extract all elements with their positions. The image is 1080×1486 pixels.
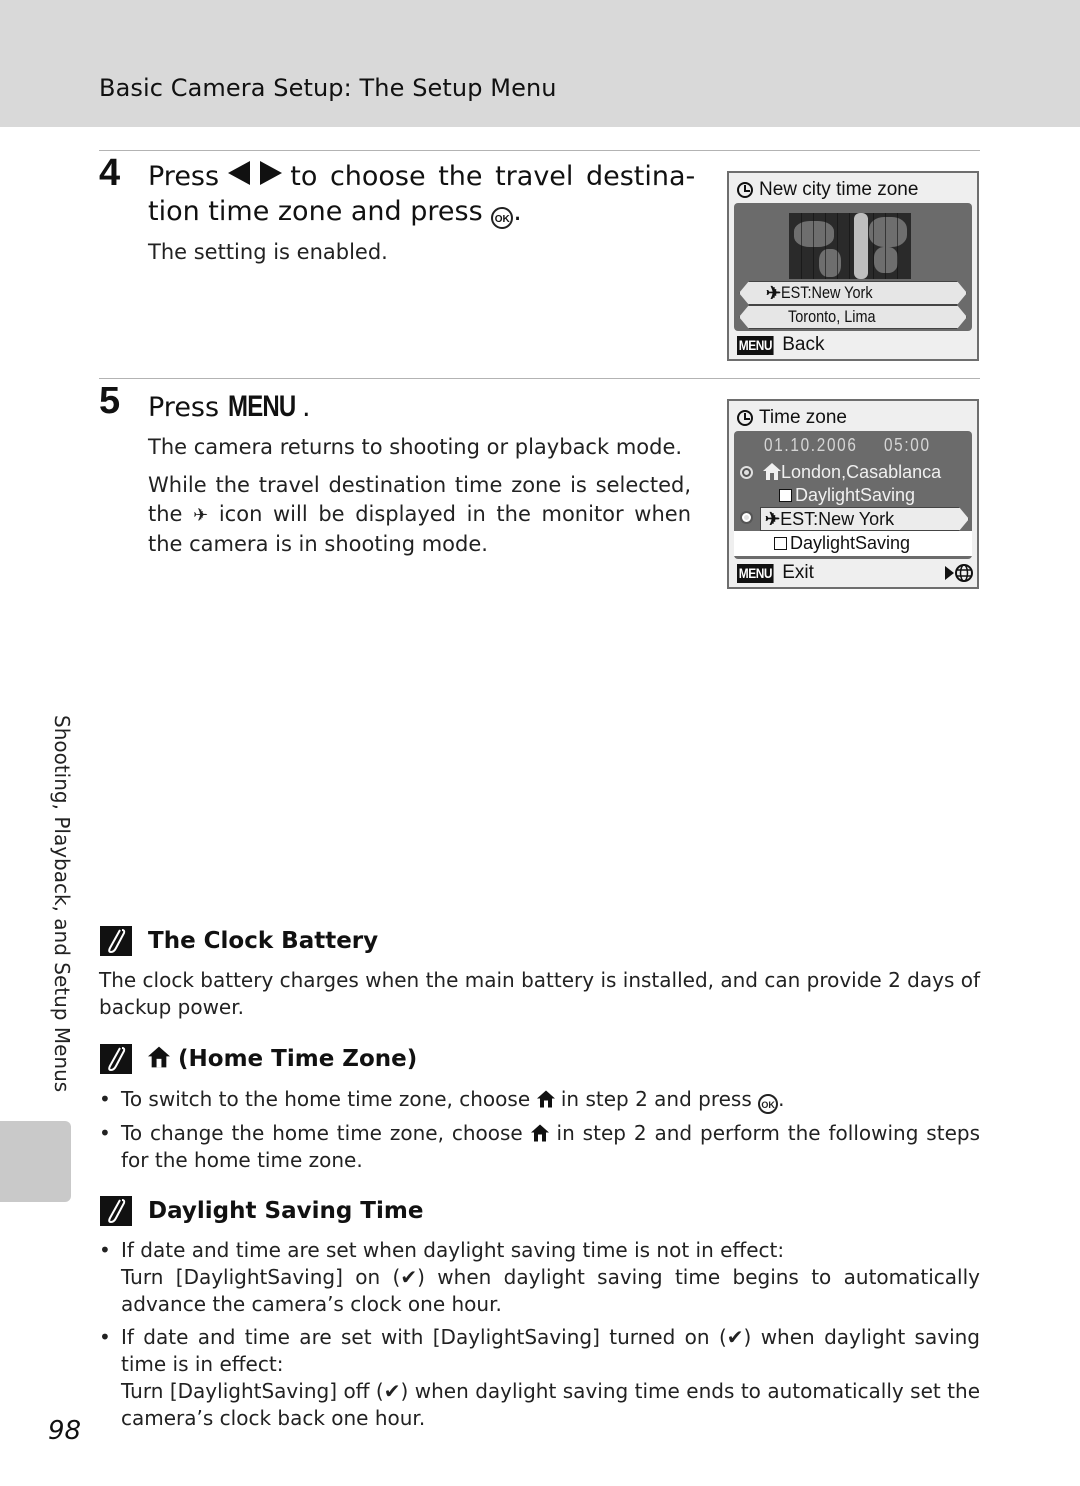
camera-screen-time-zone: Time zone 01.10.2006 05:00 London,Casabl… xyxy=(727,399,979,589)
step-5-title-press: Press xyxy=(148,392,220,423)
dst-label: DaylightSaving xyxy=(790,533,911,553)
menu-button-label: MENU xyxy=(227,390,296,423)
pencil-note-icon xyxy=(100,926,132,956)
running-head: Basic Camera Setup: The Setup Menu xyxy=(99,74,557,102)
note-body: The clock battery charges when the main … xyxy=(99,968,981,1019)
ok-button-icon: OK xyxy=(491,207,514,229)
home-icon xyxy=(763,463,781,480)
date-time-readout: 01.10.2006 05:00 xyxy=(764,435,931,456)
text: Turn [DaylightSaving] on ( xyxy=(121,1265,401,1289)
home-city-row[interactable]: London,Casablanca xyxy=(740,462,941,483)
text: If date and time are set with [DaylightS… xyxy=(121,1325,727,1349)
text: If date and time are set when daylight s… xyxy=(121,1238,785,1262)
note-title-text: (Home Time Zone) xyxy=(178,1046,418,1072)
list-item: To switch to the home time zone, choose … xyxy=(99,1086,980,1114)
home-icon xyxy=(148,1046,170,1068)
screen-title-text: New city time zone xyxy=(759,179,919,200)
travel-city-name: EST:New York xyxy=(780,508,895,529)
clock-icon xyxy=(737,410,753,426)
page-number: 98 xyxy=(48,1416,82,1446)
screen-footer: MENU Back xyxy=(737,334,824,356)
home-time-zone-list: To switch to the home time zone, choose … xyxy=(99,1086,980,1180)
period: . xyxy=(302,392,311,423)
check-icon: ✔ xyxy=(383,1379,401,1403)
screen-footer: MENU Exit xyxy=(737,562,973,584)
travel-dst-row[interactable]: DaylightSaving xyxy=(734,531,972,556)
exit-label: Exit xyxy=(782,562,814,583)
text: . xyxy=(778,1087,785,1111)
radio-travel[interactable] xyxy=(740,511,753,524)
screen-title: Time zone xyxy=(737,407,847,429)
plane-icon: ✈ xyxy=(193,505,209,526)
section-tab xyxy=(0,1121,71,1202)
city-selector-row[interactable]: ✈ EST:New York xyxy=(739,281,967,305)
globe-icon xyxy=(955,564,973,582)
dst-label: DaylightSaving xyxy=(795,485,916,505)
divider xyxy=(99,378,980,379)
step-4-title-rest: to choose the travel destina- xyxy=(290,161,696,192)
pencil-note-icon xyxy=(100,1196,132,1226)
step-number: 5 xyxy=(99,380,121,422)
menu-badge: MENU xyxy=(737,563,774,583)
check-icon: ✔ xyxy=(726,1325,744,1349)
step-4-title-press: Press xyxy=(148,161,220,192)
note-title: (Home Time Zone) xyxy=(148,1046,417,1072)
text: To change the home time zone, choose xyxy=(121,1121,523,1145)
city-name: EST:New York xyxy=(781,283,873,302)
text: Turn [DaylightSaving] off ( xyxy=(121,1379,384,1403)
text: To switch to the home time zone, choose xyxy=(121,1087,531,1111)
home-icon xyxy=(530,1124,549,1142)
date-value: 01.10.2006 xyxy=(764,435,858,455)
header-band xyxy=(0,0,1080,127)
time-zone-panel: 01.10.2006 05:00 London,Casablanca Dayli… xyxy=(734,431,972,559)
step-4-title-line2: tion time zone and press xyxy=(148,196,483,227)
time-zone-band xyxy=(854,213,868,279)
world-map xyxy=(789,213,911,279)
step-4-body: The setting is enabled. xyxy=(148,240,388,264)
list-item: If date and time are set when daylight s… xyxy=(99,1237,980,1318)
dst-checkbox-travel[interactable] xyxy=(774,537,787,550)
section-tab-label: Shooting, Playback, and Setup Menus xyxy=(50,715,74,1093)
note-title: The Clock Battery xyxy=(148,928,379,954)
period: . xyxy=(513,196,522,227)
globe-nav xyxy=(945,564,973,582)
step-5-body-1: The camera returns to shooting or playba… xyxy=(148,435,683,459)
city-selector-row-2[interactable]: Toronto, Lima xyxy=(739,305,967,329)
plane-icon: ✈ xyxy=(765,508,781,529)
dst-checkbox-home[interactable] xyxy=(779,489,792,502)
home-icon xyxy=(536,1090,555,1108)
city-subtitle: Toronto, Lima xyxy=(788,307,876,326)
home-dst-row[interactable]: DaylightSaving xyxy=(779,485,915,506)
screen-title-text: Time zone xyxy=(759,407,847,428)
step-5-body-2: While the travel destination time zone i… xyxy=(148,471,691,559)
pencil-note-icon xyxy=(100,1044,132,1074)
list-item: If date and time are set with [DaylightS… xyxy=(99,1324,980,1432)
body-text: icon will be displayed in the monitor wh… xyxy=(148,502,692,556)
travel-city-row[interactable]: ✈ EST:New York xyxy=(760,507,969,531)
left-right-arrows-icon xyxy=(227,160,282,195)
radio-home[interactable] xyxy=(740,466,753,479)
menu-badge: MENU xyxy=(737,335,774,355)
back-label: Back xyxy=(782,334,825,355)
step-5-title: Press MENU. xyxy=(148,390,311,425)
text: in step 2 and press xyxy=(560,1087,752,1111)
camera-screen-new-city: New city time zone ✈ EST:New York Toront… xyxy=(727,171,979,361)
time-value: 05:00 xyxy=(883,435,931,455)
step-4-title: Press to choose the travel destina- tion… xyxy=(148,160,708,229)
step-number: 4 xyxy=(99,152,121,194)
ok-button-icon: OK xyxy=(758,1094,779,1114)
map-panel: ✈ EST:New York Toronto, Lima xyxy=(734,203,972,331)
screen-title: New city time zone xyxy=(737,179,918,201)
clock-icon xyxy=(737,182,753,198)
check-icon: ✔ xyxy=(400,1265,418,1289)
divider xyxy=(99,150,980,151)
right-arrow-icon xyxy=(945,566,954,580)
plane-icon: ✈ xyxy=(766,282,782,303)
note-title: Daylight Saving Time xyxy=(148,1198,424,1224)
home-city-name: London,Casablanca xyxy=(781,462,942,482)
list-item: To change the home time zone, choose in … xyxy=(99,1120,980,1174)
radio-travel-wrap xyxy=(740,511,753,524)
dst-list: If date and time are set when daylight s… xyxy=(99,1237,980,1438)
